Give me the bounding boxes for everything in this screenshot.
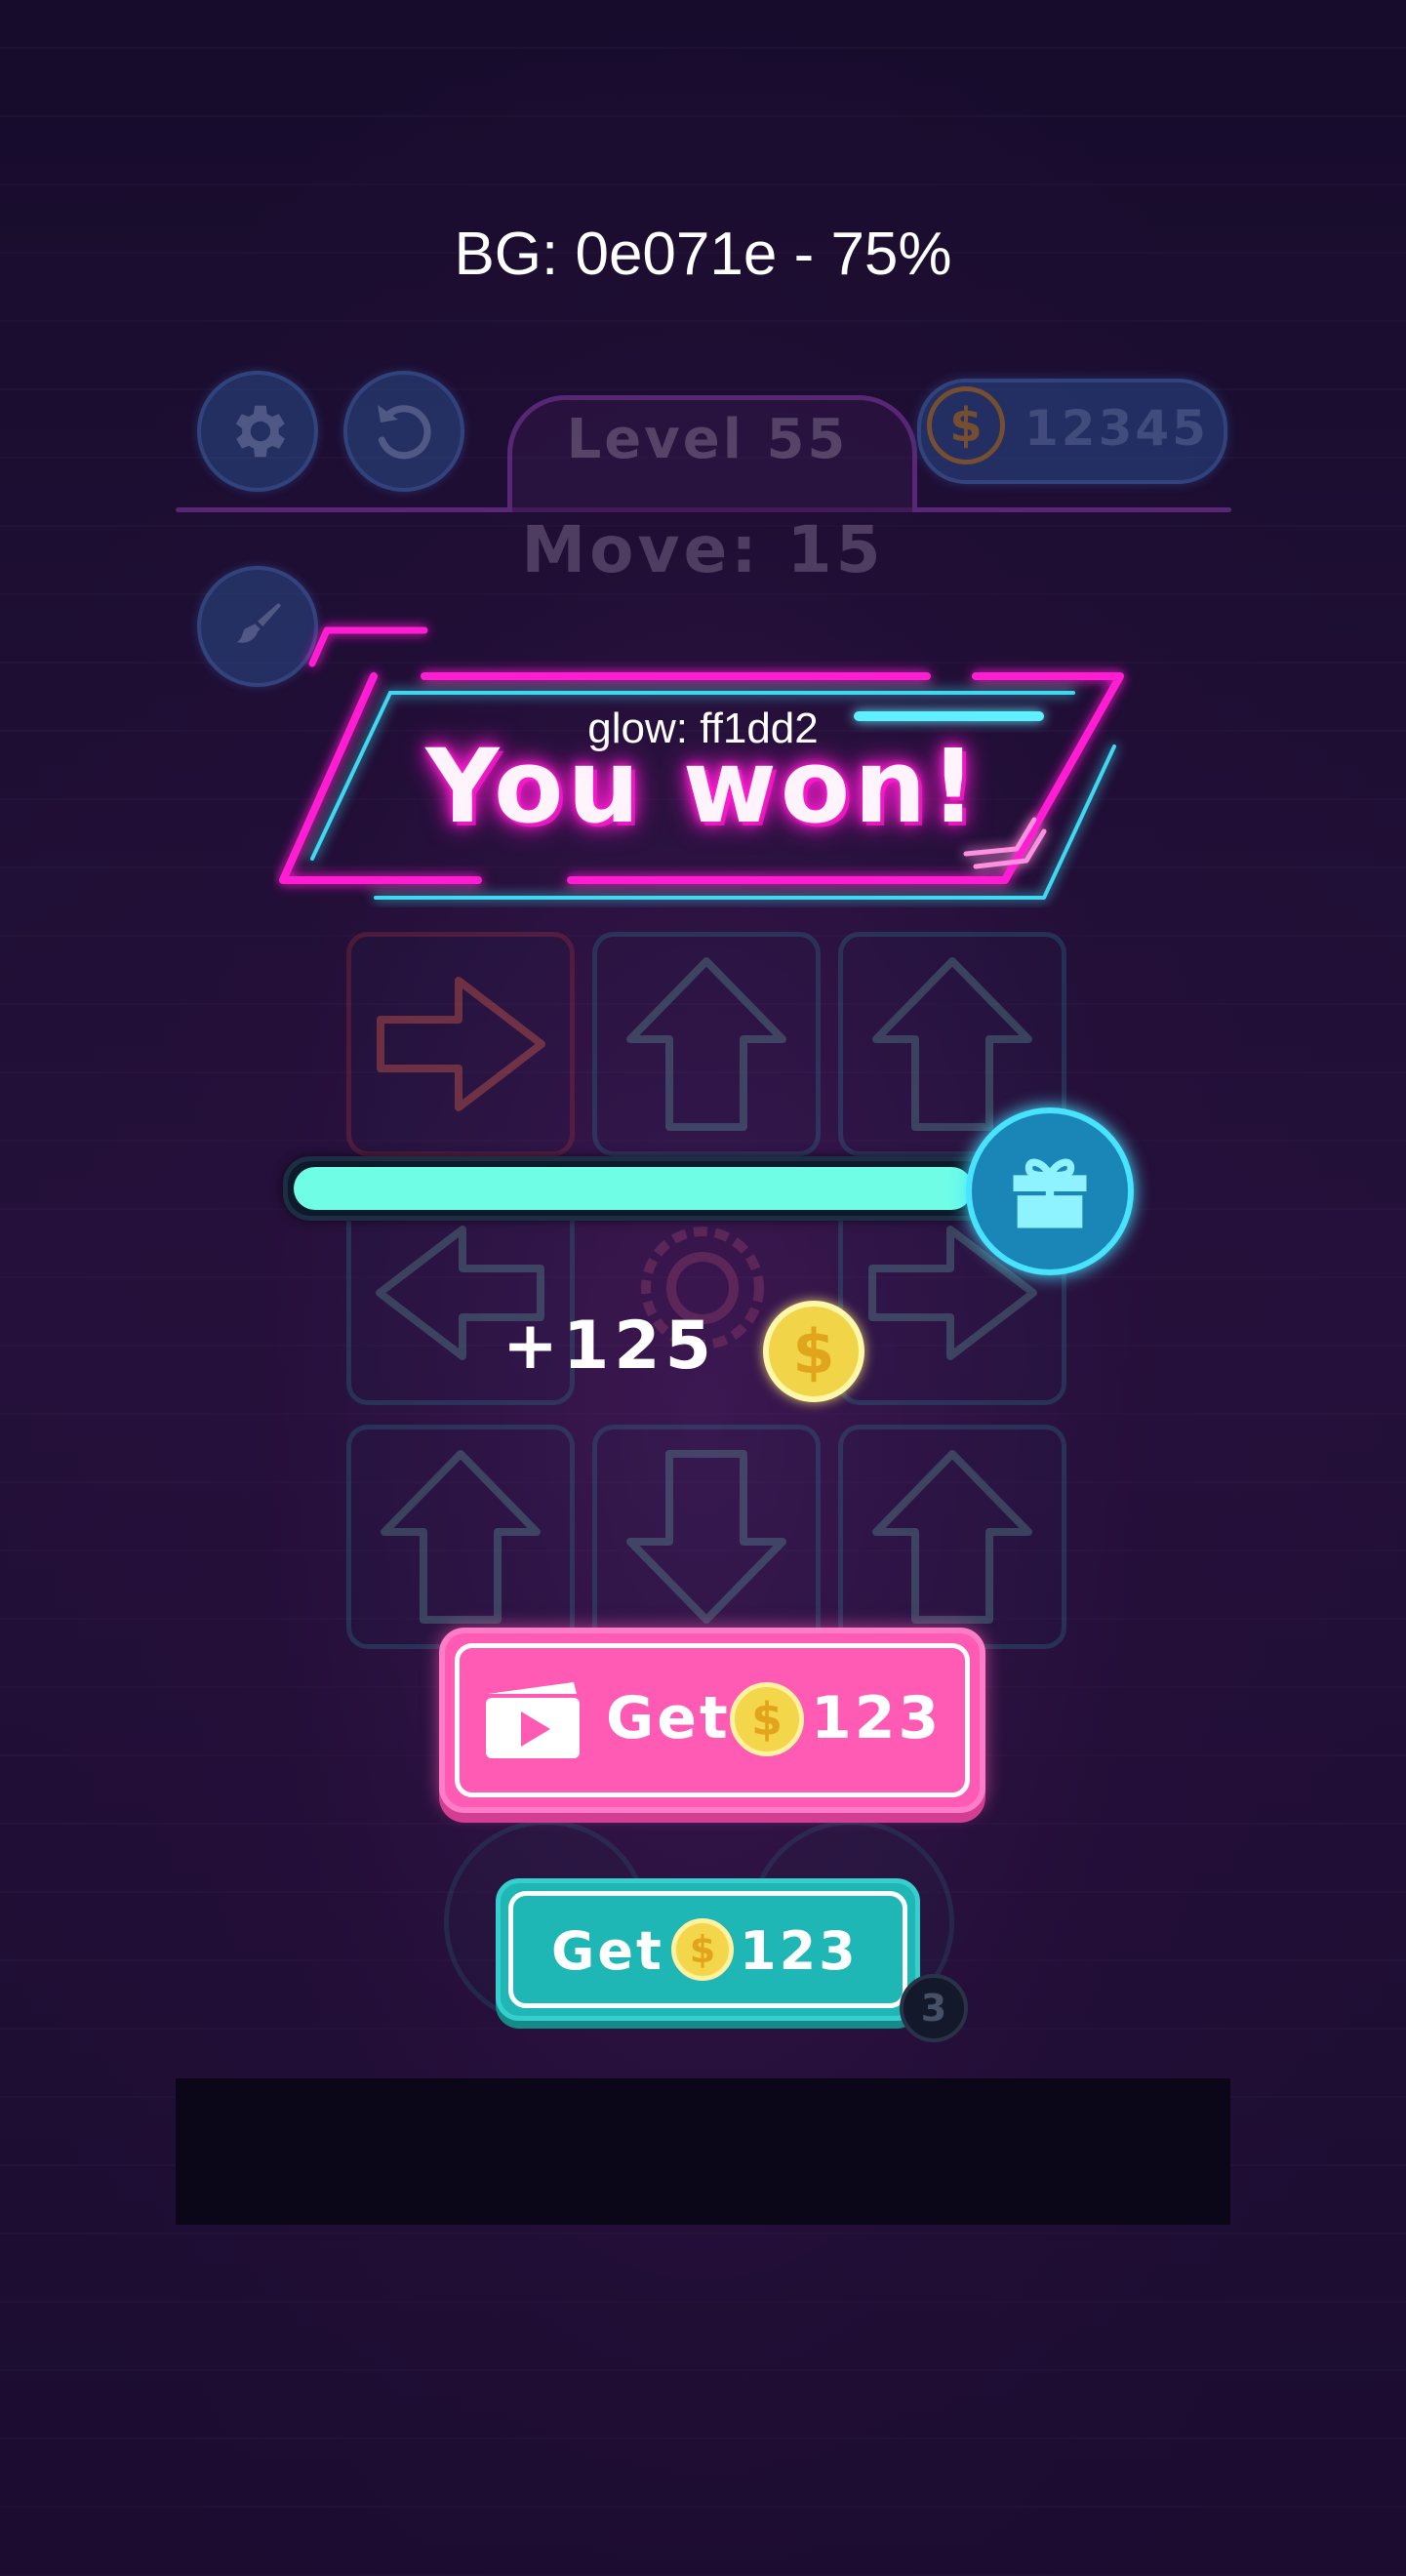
tile-r3c2[interactable] — [592, 1425, 821, 1649]
tile-r3c1[interactable] — [346, 1425, 575, 1649]
arrow-up-icon — [381, 1450, 541, 1624]
video-icon — [486, 1682, 580, 1758]
coin-icon: $ — [730, 1682, 804, 1756]
tile-r1c1[interactable] — [346, 932, 575, 1156]
gift-icon — [1013, 1158, 1087, 1228]
hint-count-badge: 3 — [900, 1974, 968, 2042]
get-label: Get — [551, 1920, 664, 1982]
coin-icon: $ — [927, 386, 1005, 464]
tile-r3c3[interactable] — [838, 1425, 1066, 1649]
move-counter: Move: 15 — [521, 512, 885, 587]
win-title: You won! — [425, 727, 981, 846]
restart-icon — [378, 405, 431, 460]
ad-banner — [176, 2078, 1230, 2225]
reward-progress-fill — [294, 1167, 974, 1210]
watch-video-get-button[interactable]: Get $ 123 — [439, 1628, 985, 1813]
restart-button[interactable] — [343, 371, 464, 492]
video-get-amount: 123 — [811, 1684, 943, 1752]
get-amount: 123 — [740, 1920, 859, 1982]
gift-button[interactable] — [966, 1107, 1134, 1275]
get-coins-button[interactable]: Get $ 123 — [496, 1878, 920, 2021]
arrow-right-icon — [377, 977, 545, 1111]
arrow-up-icon — [872, 1450, 1032, 1624]
level-label: Level 55 — [566, 408, 849, 471]
coin-balance-value: 12345 — [1024, 400, 1209, 457]
reward-amount: +125 — [502, 1308, 716, 1385]
debug-bg-label: BG: 0e071e - 75% — [454, 221, 952, 288]
arrow-up-icon — [626, 957, 786, 1131]
arrow-down-icon — [626, 1450, 786, 1624]
coin-icon: $ — [763, 1301, 864, 1402]
settings-button[interactable] — [197, 371, 318, 492]
reward-progress-bar — [283, 1156, 1044, 1221]
coin-icon: $ — [671, 1918, 734, 1981]
gear-icon — [235, 405, 285, 458]
tile-r1c2[interactable] — [592, 932, 821, 1156]
video-get-label: Get — [606, 1684, 731, 1752]
